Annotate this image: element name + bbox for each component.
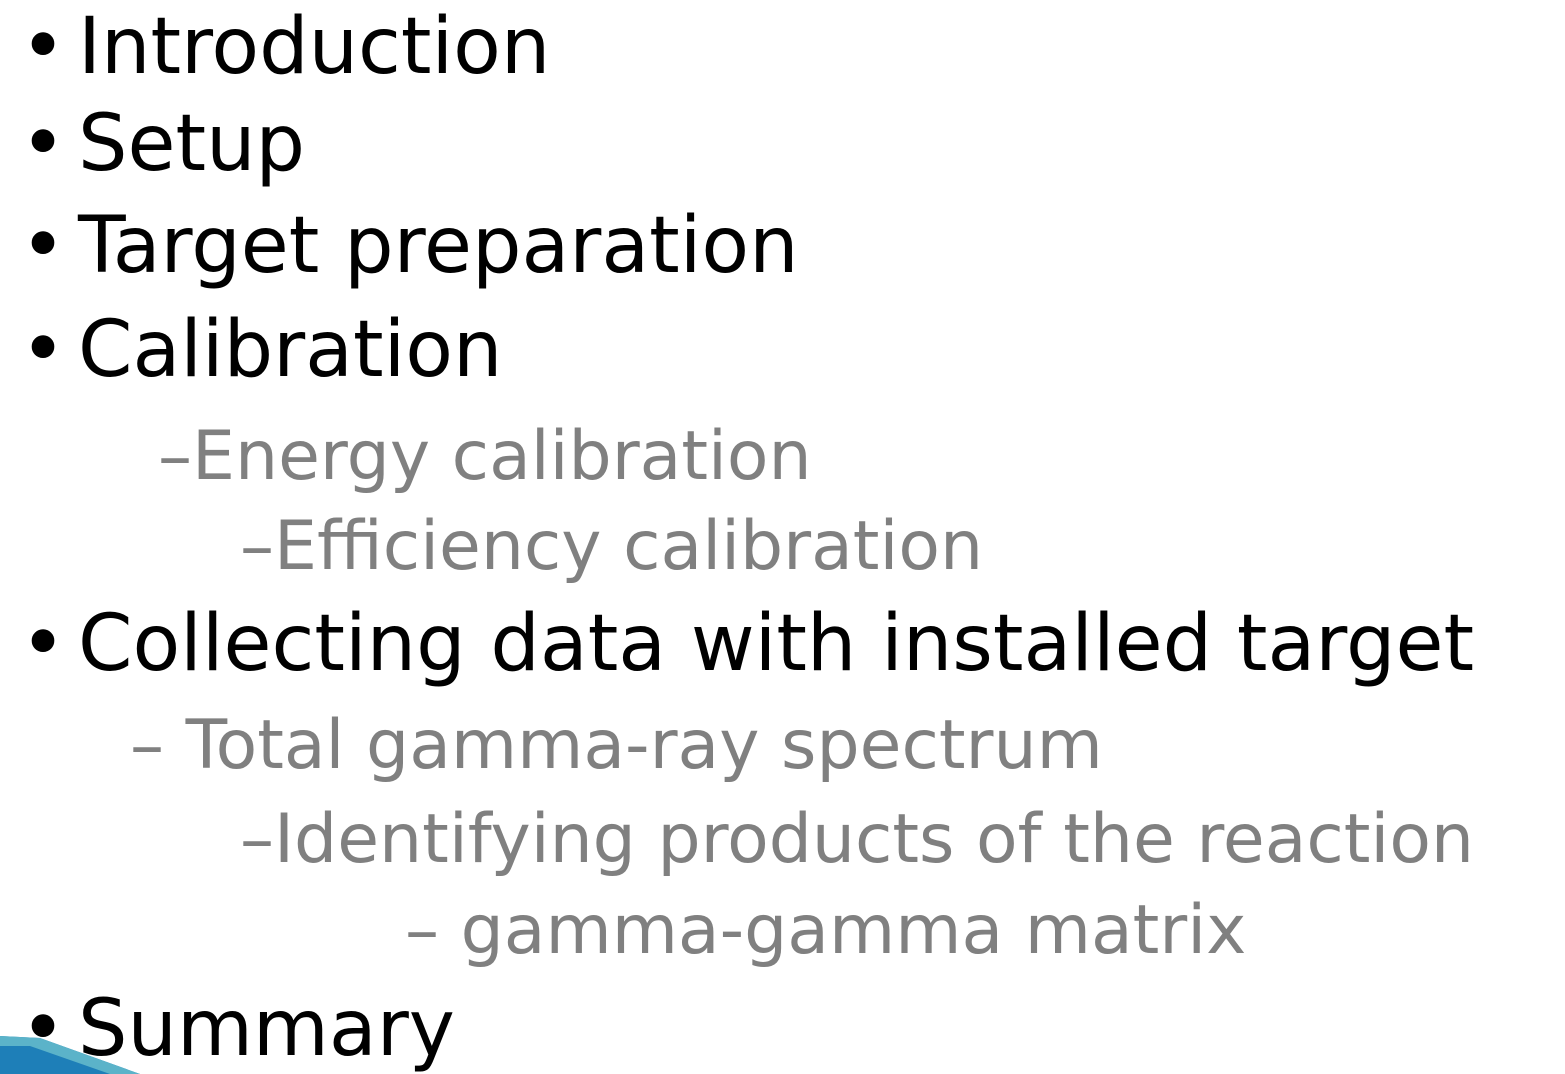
outline-item-label: Summary	[78, 984, 455, 1074]
outline-subitem-gamma-gamma-matrix: – gamma-gamma matrix	[405, 891, 1247, 970]
outline-item-label: Calibration	[78, 305, 503, 395]
outline-item-collecting-data: • Collecting data with installed target	[0, 605, 1474, 683]
outline-item-summary: • Summary	[0, 990, 455, 1068]
bullet-icon: •	[20, 99, 67, 189]
outline-item-setup: • Setup	[0, 105, 305, 183]
outline-item-introduction: • Introduction	[0, 8, 550, 86]
outline-subitem-total-spectrum: – Total gamma-ray spectrum	[130, 706, 1103, 785]
outline-item-target-preparation: • Target preparation	[0, 207, 799, 285]
bullet-icon: •	[20, 599, 67, 689]
outline-item-label: Introduction	[78, 2, 551, 92]
outline-item-label: Collecting data with installed target	[78, 599, 1475, 689]
bullet-icon: •	[20, 984, 67, 1074]
bullet-icon: •	[20, 305, 67, 395]
outline-subitem-energy-calibration: –Energy calibration	[158, 417, 812, 496]
outline-subitem-identifying-products: –Identifying products of the reaction	[240, 800, 1475, 879]
outline-subitem-efficiency-calibration: –Efficiency calibration	[240, 507, 984, 586]
bullet-icon: •	[20, 2, 67, 92]
slide: • Introduction • Setup • Target preparation…	[0, 0, 1565, 1074]
bullet-icon: •	[20, 201, 67, 291]
outline-item-calibration: • Calibration	[0, 311, 502, 389]
outline-item-label: Setup	[78, 99, 306, 189]
outline-item-label: Target preparation	[78, 201, 799, 291]
